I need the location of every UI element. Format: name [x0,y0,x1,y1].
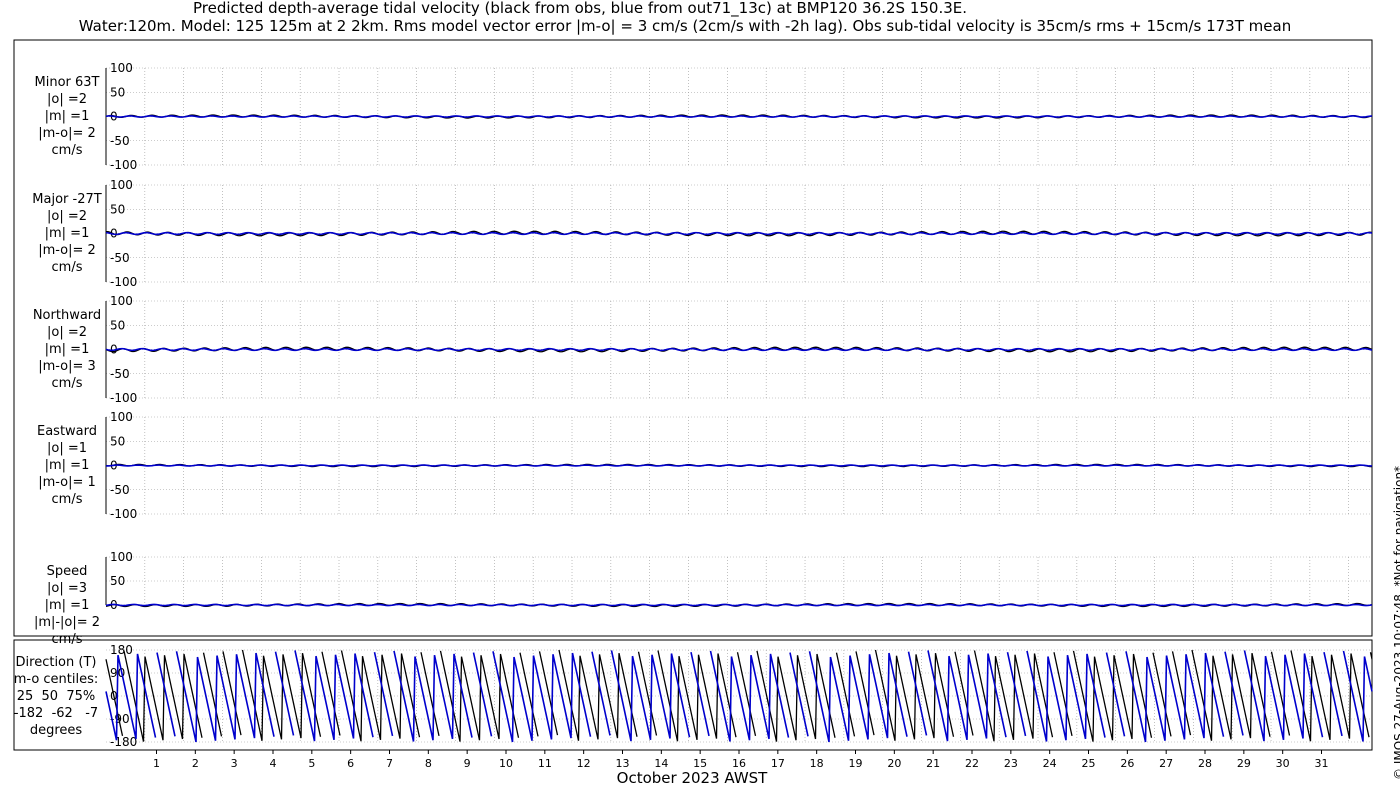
ytick-direction: 180 [110,643,133,657]
xtick-label: 3 [231,757,238,770]
ytick-major: -50 [110,251,130,265]
xtick-label: 4 [269,757,276,770]
chart-canvas: 100500-50-100100500-50-100100500-50-1001… [13,39,1373,787]
series-model-eastward [105,464,1373,467]
x-axis-label: October 2023 AWST [617,769,769,787]
panel-label-line: |m| =1 [44,342,90,357]
panel-label-line: Major -27T [32,192,102,207]
ytick-speed: 100 [110,550,133,564]
xtick-label: 28 [1198,757,1212,770]
ytick-major: -100 [110,275,137,289]
xtick-label: 8 [425,757,432,770]
panel-label-line: cm/s [51,492,83,507]
xtick-label: 1 [153,757,160,770]
panel-label-line: |m-o|= 2 [38,126,96,141]
ytick-direction: -180 [110,735,137,749]
ytick-major: 50 [110,202,125,216]
xtick-label: 31 [1315,757,1329,770]
xtick-label: 26 [1120,757,1134,770]
copyright-notice: © IMOS 27-Aug-2023 10:07:48. *Not for na… [1392,465,1400,780]
xtick-label: 12 [577,757,591,770]
panel-label-line: Speed [46,564,88,579]
panel-label-line: |o| =1 [46,441,87,456]
panel-label-line: cm/s [51,632,83,647]
ytick-northward: 50 [110,318,125,332]
panel-label-line: -182 -62 -7 [13,706,99,721]
xtick-label: 29 [1237,757,1251,770]
ytick-northward: 100 [110,294,133,308]
panel-label-line: |m-o|= 3 [38,359,96,374]
ytick-speed: 50 [110,574,125,588]
panel-label-line: |m-o|= 2 [38,243,96,258]
panel-label-major: Major -27T |o| =2 |m| =1 |m-o|= 2 cm/s [22,191,112,276]
panel-label-eastward: Eastward |o| =1 |m| =1 |m-o|= 1 cm/s [22,423,112,508]
series-model-speed [105,603,1373,607]
panel-label-line: |o| =3 [46,581,87,596]
panel-label-line: Eastward [36,424,98,439]
ytick-northward: -100 [110,391,137,405]
xtick-label: 10 [499,757,513,770]
panel-label-speed: Speed |o| =3 |m| =1 |m|-|o|= 2 cm/s [22,563,112,648]
panel-label-line: |o| =2 [46,325,87,340]
xtick-label: 21 [926,757,940,770]
panel-label-line: |m| =1 [44,109,90,124]
xtick-label: 6 [347,757,354,770]
panel-label-line: 25 50 75% [16,689,96,704]
panel-label-minor: Minor 63T |o| =2 |m| =1 |m-o|= 2 cm/s [22,74,112,159]
xtick-label: 25 [1082,757,1096,770]
xtick-label: 17 [771,757,785,770]
panel-label-line: cm/s [51,260,83,275]
series-model-minor [105,115,1373,118]
panel-label-direction: Direction (T) m-o centiles: 25 50 75% -182 … [6,654,106,739]
panel-label-line: |m-o|= 1 [38,475,96,490]
ytick-eastward: -100 [110,507,137,521]
xtick-label: 22 [965,757,979,770]
panel-label-line: Direction (T) [15,655,97,670]
xtick-label: 23 [1004,757,1018,770]
xtick-label: 27 [1159,757,1173,770]
xtick-label: 11 [538,757,552,770]
xtick-label: 18 [810,757,824,770]
xtick-label: 2 [192,757,199,770]
panel-label-line: |m| =1 [44,598,90,613]
panel-label-line: |m| =1 [44,226,90,241]
panel-label-line: cm/s [51,376,83,391]
xtick-label: 5 [308,757,315,770]
ytick-northward: -50 [110,367,130,381]
ytick-minor: 100 [110,61,133,75]
panel-label-line: m-o centiles: [13,672,99,687]
panel-label-line: degrees [29,723,83,738]
panel-label-line: |o| =2 [46,92,87,107]
xtick-label: 7 [386,757,393,770]
panel-label-line: |m|-|o|= 2 [33,615,101,630]
xtick-label: 19 [849,757,863,770]
main-frame [13,39,1373,637]
ytick-eastward: -50 [110,483,130,497]
ytick-minor: -100 [110,158,137,172]
panel-label-line: cm/s [51,143,83,158]
xtick-label: 30 [1276,757,1290,770]
panel-label-line: |o| =2 [46,209,87,224]
xtick-label: 24 [1043,757,1057,770]
ytick-minor: 50 [110,85,125,99]
xtick-label: 20 [887,757,901,770]
panel-label-line: |m| =1 [44,458,90,473]
panel-label-line: Minor 63T [34,75,100,90]
ytick-eastward: 100 [110,410,133,424]
ytick-eastward: 50 [110,434,125,448]
xtick-label: 9 [464,757,471,770]
panel-label-northward: Northward |o| =2 |m| =1 |m-o|= 3 cm/s [22,307,112,392]
ytick-major: 100 [110,178,133,192]
ytick-minor: -50 [110,134,130,148]
panel-label-line: Northward [32,308,102,323]
